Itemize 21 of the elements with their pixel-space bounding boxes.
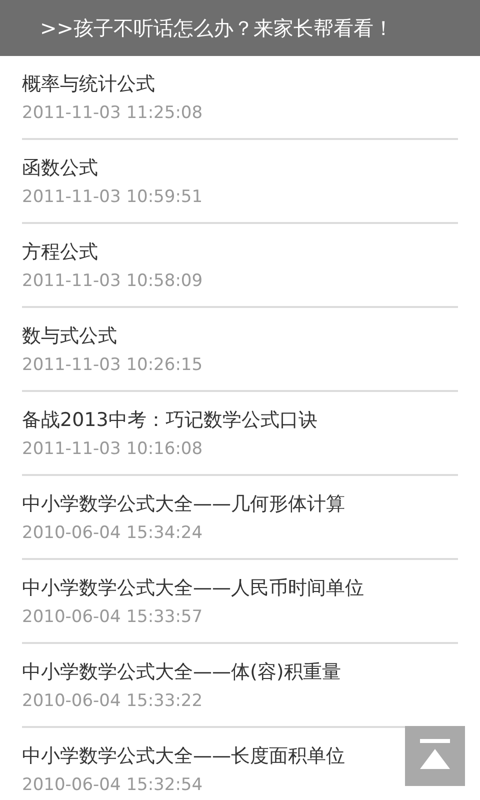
notice-text: >>孩子不听话怎么办？来家长帮看看！ xyxy=(40,14,394,42)
article-title[interactable]: 备战2013中考：巧记数学公式口诀 xyxy=(22,407,318,433)
article-title[interactable]: 中小学数学公式大全——几何形体计算 xyxy=(22,491,345,517)
article-date: 2011-11-03 10:16:08 xyxy=(22,439,203,459)
article-title[interactable]: 数与式公式 xyxy=(22,323,117,349)
article-date: 2011-11-03 10:26:15 xyxy=(22,355,203,375)
notice-banner[interactable]: >>孩子不听话怎么办？来家长帮看看！ xyxy=(0,0,480,56)
article-date: 2010-06-04 15:33:57 xyxy=(22,607,203,627)
article-title[interactable]: 中小学数学公式大全——长度面积单位 xyxy=(22,743,345,769)
article-title[interactable]: 函数公式 xyxy=(22,155,98,181)
article-date: 2011-11-03 10:58:09 xyxy=(22,271,203,291)
article-title[interactable]: 中小学数学公式大全——体(容)积重量 xyxy=(22,659,341,685)
back-to-top-button[interactable] xyxy=(405,726,465,786)
article-title[interactable]: 概率与统计公式 xyxy=(22,71,155,97)
article-date: 2011-11-03 10:59:51 xyxy=(22,187,203,207)
article-date: 2010-06-04 15:34:24 xyxy=(22,523,203,543)
article-title[interactable]: 方程公式 xyxy=(22,239,98,265)
article-title[interactable]: 中小学数学公式大全——人民币时间单位 xyxy=(22,575,364,601)
article-date: 2011-11-03 11:25:08 xyxy=(22,103,203,123)
article-date: 2010-06-04 15:33:22 xyxy=(22,691,203,711)
article-date: 2010-06-04 15:32:54 xyxy=(22,775,203,795)
